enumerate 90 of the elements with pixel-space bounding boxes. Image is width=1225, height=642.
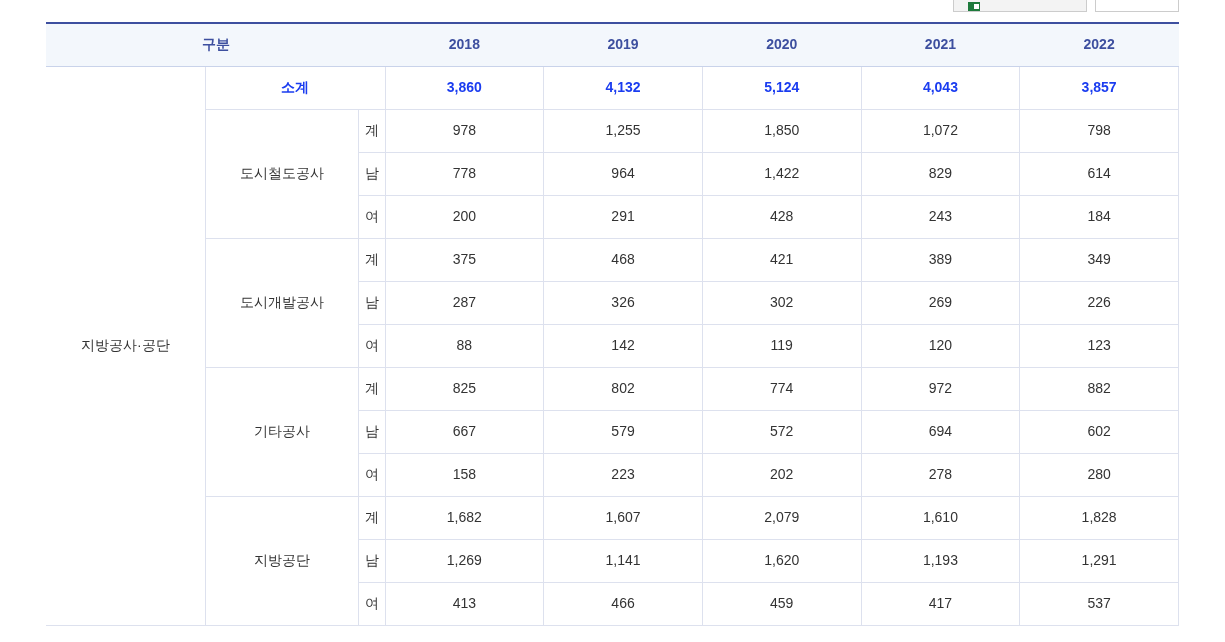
row-label: 여: [358, 453, 385, 496]
table-cell: 694: [861, 410, 1020, 453]
table-cell: 326: [543, 281, 703, 324]
table-cell: 778: [385, 152, 544, 195]
table-cell: 1,291: [1019, 539, 1179, 582]
table-cell: 184: [1019, 195, 1179, 238]
row-header: 도시개발공사: [205, 238, 358, 367]
table-cell: 280: [1019, 453, 1179, 496]
column-header: 2018: [385, 23, 544, 66]
row-label: 계: [358, 109, 385, 152]
subtotal-cell: 5,124: [702, 66, 862, 109]
table-cell: 428: [702, 195, 862, 238]
table-cell: 287: [385, 281, 544, 324]
table-cell: 1,828: [1019, 496, 1179, 539]
table-cell: 142: [543, 324, 703, 367]
subtotal-cell: 4,132: [543, 66, 703, 109]
table-cell: 1,255: [543, 109, 703, 152]
row-header: 도시철도공사: [205, 109, 358, 238]
table-cell: 466: [543, 582, 703, 625]
excel-download-button[interactable]: [953, 0, 1087, 12]
table-cell: 302: [702, 281, 862, 324]
row-label: 여: [358, 324, 385, 367]
subtotal-cell: 4,043: [861, 66, 1020, 109]
table-cell: 200: [385, 195, 544, 238]
table-cell: 202: [702, 453, 862, 496]
table-cell: 417: [861, 582, 1020, 625]
table-cell: 1,620: [702, 539, 862, 582]
column-header: 2020: [702, 23, 862, 66]
table-cell: 1,682: [385, 496, 544, 539]
table-cell: 468: [543, 238, 703, 281]
row-label: 여: [358, 195, 385, 238]
table-cell: 964: [543, 152, 703, 195]
column-header: 2019: [543, 23, 703, 66]
table-cell: 120: [861, 324, 1020, 367]
table-cell: 459: [702, 582, 862, 625]
table-cell: 774: [702, 367, 862, 410]
table-cell: 349: [1019, 238, 1179, 281]
table-cell: 825: [385, 367, 544, 410]
table-cell: 1,850: [702, 109, 862, 152]
table-cell: 1,269: [385, 539, 544, 582]
table-cell: 88: [385, 324, 544, 367]
table-cell: 375: [385, 238, 544, 281]
table-cell: 389: [861, 238, 1020, 281]
subtotal-cell: 3,857: [1019, 66, 1179, 109]
table-cell: 413: [385, 582, 544, 625]
table-cell: 1,072: [861, 109, 1020, 152]
row-header: 기타공사: [205, 367, 358, 496]
row-header: 지방공사·공단: [46, 66, 205, 625]
table-cell: 226: [1019, 281, 1179, 324]
row-label: 남: [358, 281, 385, 324]
table-cell: 421: [702, 238, 862, 281]
row-label: 남: [358, 152, 385, 195]
row-label: 남: [358, 410, 385, 453]
column-header: 구분: [46, 23, 385, 66]
table-cell: 1,193: [861, 539, 1020, 582]
table-cell: 972: [861, 367, 1020, 410]
row-label: 남: [358, 539, 385, 582]
table-cell: 2,079: [702, 496, 862, 539]
table-cell: 119: [702, 324, 862, 367]
row-label: 여: [358, 582, 385, 625]
table-cell: 882: [1019, 367, 1179, 410]
subtotal-cell: 3,860: [385, 66, 544, 109]
subtotal-label: 소계: [205, 66, 385, 109]
column-header: 2022: [1019, 23, 1179, 66]
row-label: 계: [358, 238, 385, 281]
table-cell: 123: [1019, 324, 1179, 367]
table-cell: 1,422: [702, 152, 862, 195]
table-cell: 978: [385, 109, 544, 152]
column-header: 2021: [861, 23, 1020, 66]
table-cell: 243: [861, 195, 1020, 238]
table-cell: 572: [702, 410, 862, 453]
table-cell: 278: [861, 453, 1020, 496]
table-cell: 829: [861, 152, 1020, 195]
table-cell: 291: [543, 195, 703, 238]
table-cell: 537: [1019, 582, 1179, 625]
table-cell: 802: [543, 367, 703, 410]
table-cell: 1,607: [543, 496, 703, 539]
row-label: 계: [358, 367, 385, 410]
row-label: 계: [358, 496, 385, 539]
table-cell: 223: [543, 453, 703, 496]
table-cell: 579: [543, 410, 703, 453]
row-header: 지방공단: [205, 496, 358, 625]
table-cell: 1,610: [861, 496, 1020, 539]
table-cell: 667: [385, 410, 544, 453]
table-cell: 798: [1019, 109, 1179, 152]
table-cell: 1,141: [543, 539, 703, 582]
table-cell: 602: [1019, 410, 1179, 453]
table-cell: 269: [861, 281, 1020, 324]
table-cell: 614: [1019, 152, 1179, 195]
table-cell: 158: [385, 453, 544, 496]
